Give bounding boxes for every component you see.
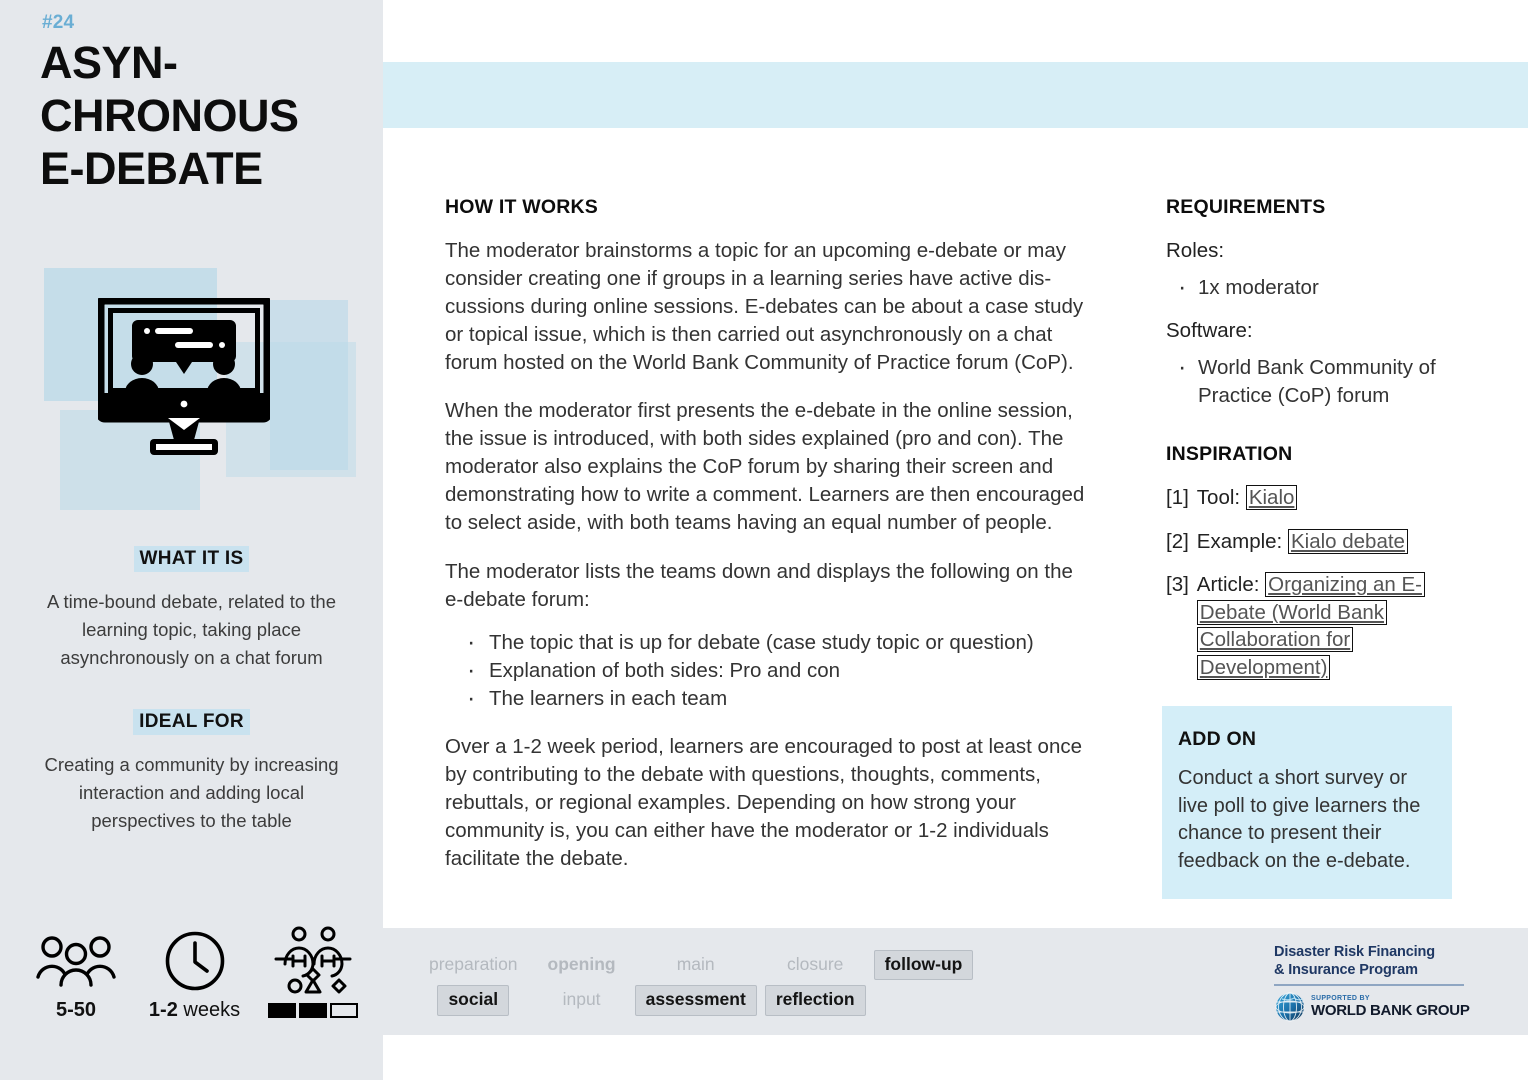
stat-duration: 1-2 weeks (141, 925, 249, 1022)
inspiration-text-2: Example: Kialo debate (1197, 528, 1466, 555)
stat-complexity (259, 925, 367, 1018)
list-item: Explanation of both sides: Pro and con (467, 655, 1095, 685)
how-it-works-bullet-list: The topic that is up for debate (case st… (445, 626, 1095, 713)
tag-closure[interactable]: closure (776, 950, 854, 980)
software-list: World Bank Community of Practice (CoP) f… (1166, 351, 1466, 409)
list-item: [2] Example: Kialo debate (1166, 528, 1466, 555)
monitor-chat-debate-icon (98, 298, 270, 473)
clock-icon (141, 925, 249, 997)
inspiration-index-1: [1] (1166, 486, 1189, 510)
footer: preparation social opening input main as… (383, 928, 1528, 1035)
requirements-section: REQUIREMENTS Roles: 1x moderator Softwar… (1166, 196, 1466, 697)
software-label: Software: (1166, 319, 1253, 343)
list-item: 1x moderator (1176, 271, 1466, 304)
inspiration-link-1[interactable]: Kialo (1245, 485, 1298, 511)
tag-main[interactable]: main (666, 950, 726, 980)
program-name: Disaster Risk Financing & Insurance Prog… (1274, 944, 1464, 979)
page-title: ASYN- CHRONOUS E-DEBATE (40, 37, 299, 195)
how-it-works-section: HOW IT WORKS The moderator brainstorms a… (445, 196, 1095, 873)
stat-duration-bold: 1-2 (148, 999, 178, 1021)
list-item: [1] Tool: Kialo (1166, 484, 1466, 511)
inspiration-kind-2: Example: (1196, 529, 1283, 553)
ideal-for-heading-text: IDEAL FOR (133, 709, 250, 735)
world-bank-lockup: SUPPORTED BY WORLD BANK GROUP (1274, 991, 1470, 1023)
stat-participants-value: 5-50 (22, 999, 130, 1022)
tag-matrix: preparation social opening input main as… (418, 950, 981, 1021)
inspiration-link-2[interactable]: Kialo debate (1287, 528, 1408, 554)
what-it-is-heading: WHAT IT IS (0, 546, 383, 572)
stat-participants: 5-50 (22, 925, 130, 1022)
roles-list: 1x moderator (1166, 271, 1466, 304)
how-it-works-paragraph-3: The moderator lists the teams down and d… (445, 559, 1073, 611)
stats-row: 5-50 1-2 weeks (22, 925, 367, 1040)
add-on-body: Conduct a short survey or live poll to g… (1178, 767, 1421, 872)
logo-divider (1274, 984, 1464, 986)
tag-input[interactable]: input (552, 985, 612, 1015)
how-it-works-paragraph-1: The moderator brainstorms a topic for an… (445, 239, 1084, 374)
inspiration-kind-1: Tool: (1196, 486, 1241, 510)
ideal-for-heading: IDEAL FOR (0, 709, 383, 735)
complexity-level-2 (299, 1003, 327, 1018)
supported-by-label: SUPPORTED BY (1311, 995, 1370, 1003)
tag-assessment[interactable]: assessment (634, 985, 757, 1016)
how-it-works-heading: HOW IT WORKS (445, 196, 598, 218)
inspiration-text-3: Article: Organizing an E-Debate (World B… (1196, 571, 1466, 681)
tag-reflection[interactable]: reflection (764, 985, 866, 1016)
stat-duration-light: weeks (177, 999, 241, 1021)
list-item: World Bank Community of Practice (CoP) f… (1176, 351, 1466, 409)
tag-column-preparation: preparation social (418, 950, 529, 1021)
list-item: The learners in each team (467, 683, 1095, 713)
how-it-works-paragraph-2: When the moderator first presents the e-… (445, 399, 1085, 534)
stat-duration-value: 1-2 weeks (141, 999, 249, 1022)
list-item: The topic that is up for debate (case st… (467, 626, 1095, 656)
tag-column-opening: opening input (537, 950, 627, 1021)
complexity-people-shapes-icon (259, 925, 367, 997)
world-bank-globe-icon (1274, 991, 1306, 1023)
program-name-line2: & Insurance Program (1274, 961, 1418, 978)
tag-column-followup: follow-up x (873, 950, 974, 1021)
complexity-level-3 (330, 1003, 358, 1018)
inspiration-heading: INSPIRATION (1166, 443, 1293, 466)
requirements-heading: REQUIREMENTS (1166, 196, 1326, 218)
how-it-works-closing-paragraph: Over a 1-2 week period, learners are enc… (445, 735, 1083, 870)
add-on-heading: ADD ON (1178, 728, 1257, 750)
inspiration-index-2: [2] (1166, 529, 1189, 553)
card-number: #24 (42, 12, 75, 33)
sidebar: #24 ASYN- CHRONOUS E-DEBATE WHAT IT IS A… (0, 0, 383, 1080)
tag-column-main: main assessment (634, 950, 757, 1021)
roles-label: Roles: (1166, 239, 1225, 262)
complexity-level-bar (259, 1003, 367, 1018)
add-on-box: ADD ON Conduct a short survey or live po… (1162, 706, 1452, 900)
what-it-is-body: A time-bound debate, related to the lear… (46, 591, 336, 668)
world-bank-wordmark: SUPPORTED BY WORLD BANK GROUP (1311, 995, 1470, 1018)
inspiration-index-3: [3] (1166, 573, 1189, 597)
what-it-is-heading-text: WHAT IT IS (133, 546, 250, 572)
tag-opening[interactable]: opening (537, 950, 627, 980)
inspiration-text-1: Tool: Kialo (1197, 484, 1466, 511)
complexity-level-1 (268, 1003, 296, 1018)
tag-column-closure: closure reflection (764, 950, 866, 1021)
inspiration-kind-3: Article: (1196, 573, 1260, 597)
header-accent-band (383, 62, 1528, 128)
tag-follow-up[interactable]: follow-up (873, 950, 974, 981)
stat-participants-bold: 5-50 (55, 999, 97, 1021)
list-item: [3] Article: Organizing an E-Debate (Wor… (1166, 571, 1466, 681)
world-bank-logo: Disaster Risk Financing & Insurance Prog… (1274, 944, 1470, 1023)
hero-icon-stage (30, 262, 356, 524)
program-name-line1: Disaster Risk Financing (1274, 944, 1435, 960)
organization-name: WORLD BANK GROUP (1311, 1002, 1470, 1020)
tag-preparation[interactable]: preparation (418, 950, 529, 980)
tag-social[interactable]: social (437, 985, 510, 1016)
card-page: #24 ASYN- CHRONOUS E-DEBATE WHAT IT IS A… (0, 0, 1528, 1080)
group-of-people-icon (22, 925, 130, 997)
ideal-for-body: Creating a community by increasing inter… (44, 754, 339, 831)
